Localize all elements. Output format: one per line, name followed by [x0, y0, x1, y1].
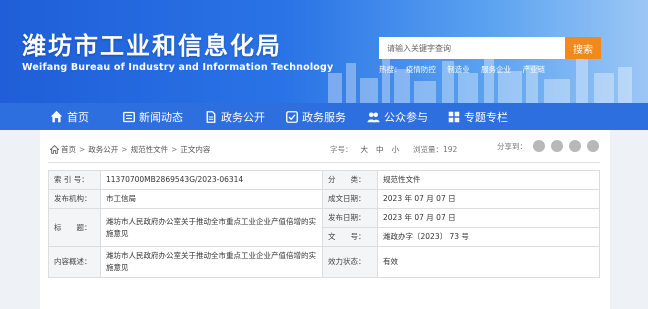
- nav-item-public-participation[interactable]: 公众参与: [367, 103, 428, 130]
- site-header: 潍坊市工业和信息化局 Weifang Bureau of Industry an…: [0, 0, 648, 103]
- font-size-medium-button[interactable]: 中: [376, 144, 384, 155]
- site-title[interactable]: 潍坊市工业和信息化局: [22, 26, 282, 61]
- category-label: 分 类：: [322, 170, 378, 190]
- font-size-large-button[interactable]: 大: [361, 144, 369, 155]
- hot-search: 热搜： 疫情防控 制造业 服务企业 产业链: [379, 64, 554, 75]
- nav-item-special-topics[interactable]: 专题专栏: [448, 103, 508, 130]
- publisher-value: 市工信局: [100, 189, 323, 209]
- breadcrumb-separator: >: [171, 145, 178, 154]
- hot-search-label: 热搜：: [379, 65, 402, 74]
- people-icon: [367, 112, 380, 122]
- font-size-tools: 字号： 大 中 小 浏览量： 192: [330, 144, 457, 155]
- status-value: 有效: [377, 246, 600, 278]
- breadcrumb-link[interactable]: 首页: [61, 144, 76, 155]
- category-value: 规范性文件: [377, 170, 600, 190]
- service-icon: [286, 110, 298, 123]
- date-published-label: 发布日期：: [322, 208, 378, 228]
- nav-item-label: 政务公开: [221, 110, 265, 124]
- home-icon: [50, 145, 59, 154]
- search-input[interactable]: [379, 37, 565, 59]
- nav-item-news[interactable]: 新闻动态: [123, 103, 183, 130]
- nav-item-label: 新闻动态: [139, 110, 183, 124]
- breadcrumb-link[interactable]: 政务公开: [88, 144, 118, 155]
- nav-item-gov-service[interactable]: 政务服务: [286, 103, 346, 130]
- nav-item-home[interactable]: 首页: [50, 103, 89, 130]
- views-label: 浏览量：: [413, 145, 443, 154]
- main-nav: 首页 新闻动态 政务公开 政务服务 公众参与 专题专栏: [0, 103, 648, 130]
- title-value: 潍坊市人民政府办公室关于推动全市重点工业企业产值倍增的实施意见: [100, 208, 323, 247]
- divider: [48, 162, 600, 163]
- nav-item-gov-open[interactable]: 政务公开: [205, 103, 265, 130]
- date-created-label: 成文日期：: [322, 189, 378, 209]
- date-published-value: 2023 年 07 月 07 日: [377, 208, 600, 228]
- table-row: 发布机构： 市工信局 成文日期： 2023 年 07 月 07 日: [48, 189, 600, 209]
- home-icon: [50, 110, 63, 123]
- publisher-label: 发布机构：: [48, 189, 101, 209]
- share-label: 分享到：: [497, 141, 527, 151]
- document-icon: [206, 110, 216, 123]
- topic-icon: [448, 111, 460, 122]
- table-row: 内容概述： 潍坊市人民政府办公室关于推动全市重点工业企业产值倍增的实施意见 效力…: [48, 246, 600, 278]
- breadcrumb: 首页 > 政务公开 > 规范性文件 > 正文内容: [50, 144, 210, 155]
- qzone-share-icon[interactable]: [587, 140, 599, 152]
- nav-item-label: 专题专栏: [464, 110, 508, 124]
- doc-number-value: 潍政办字〔2023〕 73 号: [377, 227, 600, 247]
- breadcrumb-current: 正文内容: [180, 145, 211, 154]
- hot-search-link[interactable]: 疫情防控: [406, 65, 436, 74]
- views-count: 192: [443, 145, 458, 154]
- nav-item-label: 首页: [67, 110, 89, 124]
- hot-search-link[interactable]: 制造业: [447, 65, 470, 74]
- status-label: 效力状态：: [322, 246, 378, 278]
- index-label: 索 引 号：: [48, 170, 101, 190]
- share-bar: 分享到：: [497, 140, 599, 152]
- font-size-label: 字号：: [330, 145, 353, 154]
- table-row: 标 题： 潍坊市人民政府办公室关于推动全市重点工业企业产值倍增的实施意见 发布日…: [48, 208, 600, 247]
- hot-search-link[interactable]: 产业链: [523, 65, 546, 74]
- breadcrumb-link[interactable]: 规范性文件: [131, 144, 169, 155]
- doc-number-label: 文 号：: [322, 227, 378, 247]
- document-info-table: 索 引 号： 11370700MB2869543G/2023-06314 分 类…: [48, 170, 600, 278]
- breadcrumb-separator: >: [79, 145, 86, 154]
- weibo-share-icon[interactable]: [551, 140, 563, 152]
- hot-search-link[interactable]: 服务企业: [481, 65, 511, 74]
- breadcrumb-separator: >: [121, 145, 128, 154]
- wechat-share-icon[interactable]: [533, 140, 545, 152]
- qq-share-icon[interactable]: [569, 140, 581, 152]
- news-icon: [123, 111, 135, 122]
- date-created-value: 2023 年 07 月 07 日: [377, 189, 600, 209]
- title-label: 标 题：: [48, 208, 101, 247]
- site-subtitle: Weifang Bureau of Industry and Informati…: [22, 62, 334, 73]
- article-panel: 首页 > 政务公开 > 规范性文件 > 正文内容 字号： 大 中 小 浏览量： …: [40, 130, 610, 309]
- overview-label: 内容概述：: [48, 246, 101, 278]
- nav-item-label: 政务服务: [302, 110, 346, 124]
- table-row: 索 引 号： 11370700MB2869543G/2023-06314 分 类…: [48, 170, 600, 190]
- nav-item-label: 公众参与: [384, 110, 428, 124]
- font-size-small-button[interactable]: 小: [392, 144, 400, 155]
- index-value: 11370700MB2869543G/2023-06314: [100, 170, 323, 190]
- overview-value: 潍坊市人民政府办公室关于推动全市重点工业企业产值倍增的实施意见: [100, 246, 323, 278]
- search-button[interactable]: 搜索: [565, 37, 601, 59]
